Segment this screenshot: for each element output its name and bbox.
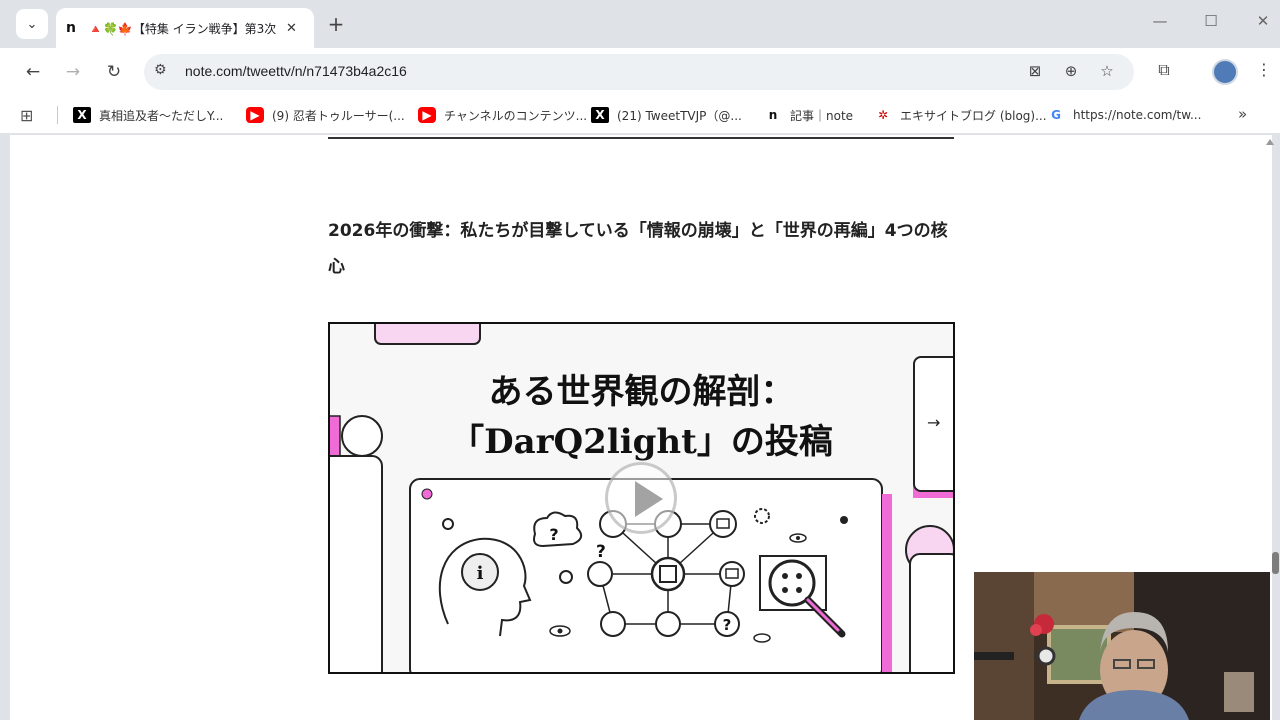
bookmark-separator — [57, 106, 58, 124]
reload-icon[interactable]: ↻ — [102, 60, 126, 84]
new-tab-button[interactable]: + — [324, 12, 348, 36]
bookmark-item[interactable]: n 記事｜note — [764, 104, 853, 126]
bookmark-item[interactable]: ▶ チャンネルのコンテンツ... — [418, 104, 587, 126]
maximize-icon[interactable]: ☐ — [1199, 12, 1223, 30]
bookmark-label: チャンネルのコンテンツ... — [444, 108, 588, 123]
bookmark-label: 記事｜note — [790, 108, 854, 123]
webcam-overlay — [974, 572, 1270, 720]
chevron-down-icon: ⌄ — [26, 16, 38, 32]
embed-title-line2: 「DarQ2light」の投稿 — [450, 422, 833, 462]
bookmark-label: 真相追及者〜ただしY... — [99, 108, 224, 123]
svg-text:?: ? — [549, 525, 558, 544]
bookmark-item[interactable]: ✲ エキサイトブログ (blog)... — [874, 104, 1047, 126]
note-favicon-icon: n — [66, 20, 76, 36]
apps-grid-icon[interactable]: ⊞ — [20, 106, 33, 125]
zoom-icon[interactable]: ⊕ — [1060, 62, 1082, 80]
menu-kebab-icon[interactable]: ⋮ — [1252, 60, 1276, 79]
profile-avatar[interactable] — [1212, 59, 1238, 85]
back-icon[interactable]: ← — [21, 60, 45, 84]
youtube-logo-icon: ▶ — [246, 107, 264, 123]
x-logo-icon: X — [591, 107, 609, 123]
youtube-logo-icon: ▶ — [418, 107, 436, 123]
article-heading: 2026年の衝撃：私たちが目撃している「情報の崩壊」と「世界の再編」4つの核心 — [328, 221, 948, 277]
bookmark-item[interactable]: X (21) TweetTVJP（@... — [591, 104, 742, 126]
bookmark-label: (21) TweetTVJP（@... — [617, 108, 742, 123]
tab-search-button[interactable]: ⌄ — [16, 9, 48, 39]
bookmark-item[interactable]: G https://note.com/tw... — [1047, 104, 1201, 126]
bookmark-star-icon[interactable]: ☆ — [1096, 62, 1118, 80]
excite-logo-icon: ✲ — [877, 108, 889, 122]
minimize-icon[interactable]: — — [1148, 12, 1172, 30]
play-button[interactable] — [605, 462, 677, 534]
webcam-feed-image — [974, 572, 1270, 720]
svg-text:?: ? — [723, 616, 732, 634]
video-embed[interactable]: i ? ? ? ある世界観の解剖： 「DarQ2light」の投稿 → — [328, 322, 955, 674]
bookmark-label: エキサイトブログ (blog)... — [900, 108, 1047, 123]
address-bar[interactable]: ⚙ note.com/tweettv/n/n71473b4a2c16 ⊠ ⊕ ☆ — [144, 54, 1134, 90]
extensions-icon[interactable]: ⧉ — [1152, 60, 1176, 80]
scrollbar-thumb[interactable] — [1272, 552, 1279, 574]
embed-title-line1: ある世界観の解剖： — [488, 372, 795, 412]
window-close-icon[interactable]: ✕ — [1251, 12, 1275, 30]
x-logo-icon: X — [73, 107, 91, 123]
bookmark-label: https://note.com/tw... — [1073, 108, 1202, 122]
svg-text:i: i — [477, 563, 484, 584]
bookmark-label: (9) 忍者トゥルーサー(... — [272, 108, 405, 123]
play-icon — [635, 481, 663, 517]
close-tab-icon[interactable]: ✕ — [286, 21, 297, 36]
bookmark-item[interactable]: X 真相追及者〜ただしY... — [73, 104, 223, 126]
url-text[interactable]: note.com/tweettv/n/n71473b4a2c16 — [185, 63, 407, 79]
site-info-icon[interactable]: ⚙ — [154, 62, 167, 78]
bookmarks-bar: ⊞ X 真相追及者〜ただしY... ▶ (9) 忍者トゥルーサー(... ▶ チ… — [0, 96, 1280, 134]
tab-title: 🔺🍀🍁【特集 イラン戦争】第3次 — [88, 21, 276, 36]
arrow-right-icon[interactable]: → — [927, 413, 940, 432]
forward-icon[interactable]: → — [61, 60, 85, 84]
scroll-up-arrow[interactable] — [1266, 139, 1274, 145]
svg-text:?: ? — [596, 542, 606, 562]
more-bookmarks-icon[interactable]: » — [1238, 105, 1247, 123]
title-bar: ⌄ n 🔺🍀🍁【特集 イラン戦争】第3次 ✕ + — ☐ ✕ — [0, 0, 1280, 48]
bookmark-item[interactable]: ▶ (9) 忍者トゥルーサー(... — [246, 104, 405, 126]
section-divider — [328, 137, 954, 139]
google-logo-icon: G — [1051, 108, 1061, 122]
cast-off-icon[interactable]: ⊠ — [1024, 62, 1046, 80]
active-tab[interactable]: n 🔺🍀🍁【特集 イラン戦争】第3次 ✕ — [56, 8, 314, 48]
note-logo-icon: n — [768, 108, 778, 122]
